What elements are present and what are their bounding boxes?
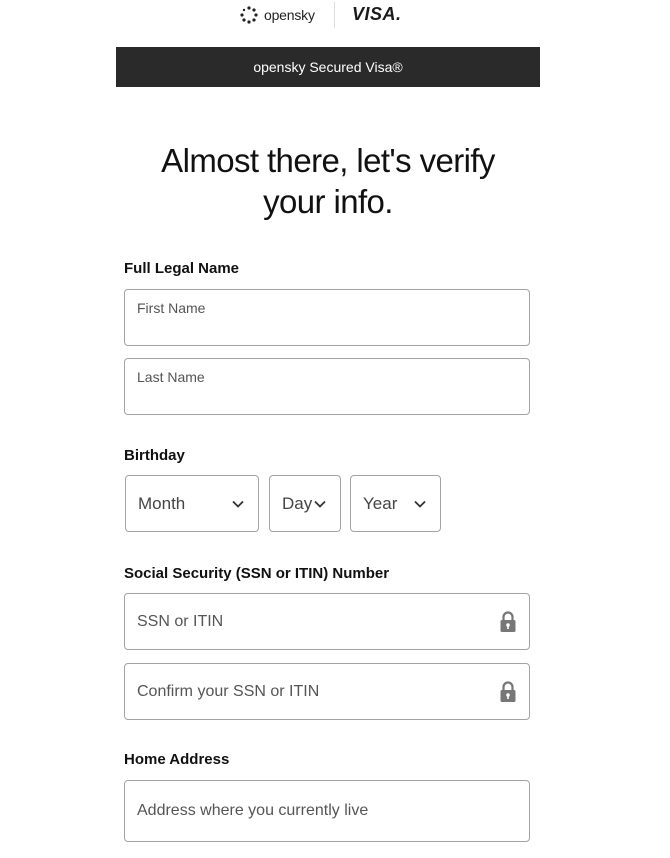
first-name-field[interactable]: First Name	[124, 289, 530, 346]
logo-divider	[334, 2, 335, 28]
product-banner: opensky Secured Visa®	[116, 47, 540, 87]
page-title-line-2: your info.	[263, 183, 393, 220]
birthday-month-select[interactable]: Month	[125, 475, 259, 532]
birthday-year-select[interactable]: Year	[350, 475, 441, 532]
brand-logo: opensky	[240, 5, 315, 25]
day-select-value: Day	[282, 493, 313, 513]
lock-icon	[500, 680, 516, 702]
confirm-ssn-placeholder: Confirm your SSN or ITIN	[137, 682, 320, 700]
birthday-day-select[interactable]: Day	[269, 475, 341, 532]
last-name-field[interactable]: Last Name	[124, 358, 530, 415]
opensky-logo-icon	[240, 6, 258, 24]
chevron-down-icon	[232, 500, 244, 508]
ssn-placeholder: SSN or ITIN	[137, 612, 224, 630]
ssn-input[interactable]: SSN or ITIN	[124, 593, 530, 650]
year-select-value: Year	[363, 493, 398, 513]
page: opensky VISA. opensky Secured Visa® Almo…	[0, 0, 670, 858]
home-address-placeholder: Address where you currently live	[137, 802, 369, 819]
home-address-input[interactable]: Address where you currently live	[124, 780, 530, 842]
visa-logo: VISA.	[352, 4, 402, 24]
chevron-down-icon	[414, 500, 426, 508]
month-select-value: Month	[138, 493, 186, 513]
product-banner-text: opensky Secured Visa®	[253, 59, 403, 75]
birthday-label: Birthday	[124, 447, 185, 464]
page-title: Almost there, let's verify your info.	[116, 140, 540, 222]
ssn-label: Social Security (SSN or ITIN) Number	[124, 565, 390, 582]
lock-icon	[500, 610, 516, 632]
confirm-ssn-input[interactable]: Confirm your SSN or ITIN	[124, 663, 530, 720]
brand-name: opensky	[264, 7, 315, 23]
chevron-down-icon	[314, 500, 326, 508]
last-name-placeholder: Last Name	[137, 369, 205, 385]
home-address-label: Home Address	[124, 751, 230, 768]
page-title-line-1: Almost there, let's verify	[161, 142, 495, 179]
logo-bar: opensky VISA.	[0, 0, 670, 32]
first-name-placeholder: First Name	[137, 300, 206, 316]
full-name-label: Full Legal Name	[124, 260, 240, 277]
